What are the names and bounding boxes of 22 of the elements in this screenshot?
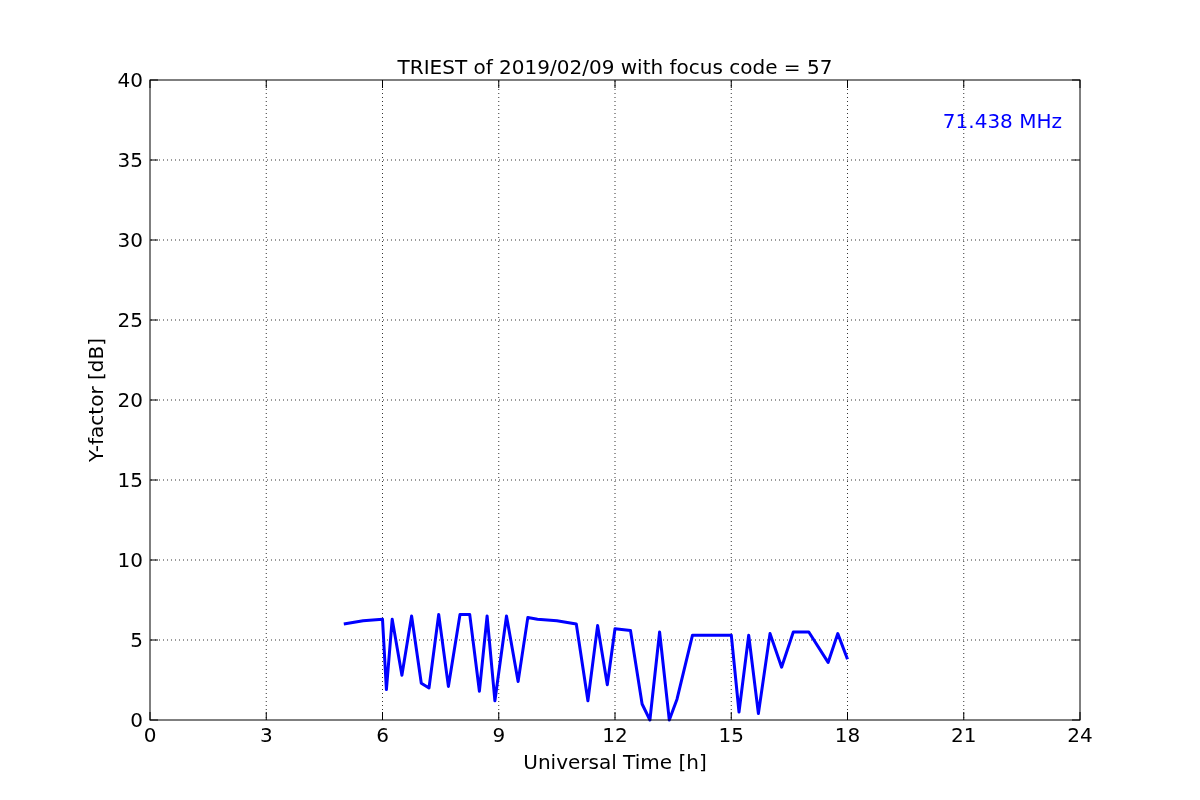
y-tick-label: 15 [117, 468, 143, 492]
x-tick-label: 3 [259, 723, 273, 747]
x-tick-label: 18 [834, 723, 861, 747]
y-tick-label: 40 [117, 68, 143, 92]
x-tick-label: 24 [1067, 723, 1093, 747]
y-tick-label: 5 [130, 628, 143, 652]
x-tick-label: 0 [143, 723, 157, 747]
y-tick-label: 30 [117, 228, 143, 252]
y-axis-label: Y-factor [dB] [84, 338, 108, 462]
x-tick-label: 6 [376, 723, 389, 747]
series-label: 71.438 MHz [942, 109, 1062, 133]
x-tick-label: 21 [951, 723, 977, 747]
chart-title: TRIEST of 2019/02/09 with focus code = 57 [397, 55, 833, 79]
y-tick-label: 25 [117, 308, 143, 332]
x-tick-label: 12 [602, 723, 628, 747]
x-axis-label: Universal Time [h] [523, 750, 707, 774]
y-tick-label: 35 [117, 148, 143, 172]
y-tick-label: 0 [130, 708, 143, 732]
y-tick-label: 20 [117, 388, 143, 412]
y-tick-label: 10 [117, 548, 143, 572]
x-tick-label: 15 [718, 723, 744, 747]
x-tick-label: 9 [492, 723, 506, 747]
